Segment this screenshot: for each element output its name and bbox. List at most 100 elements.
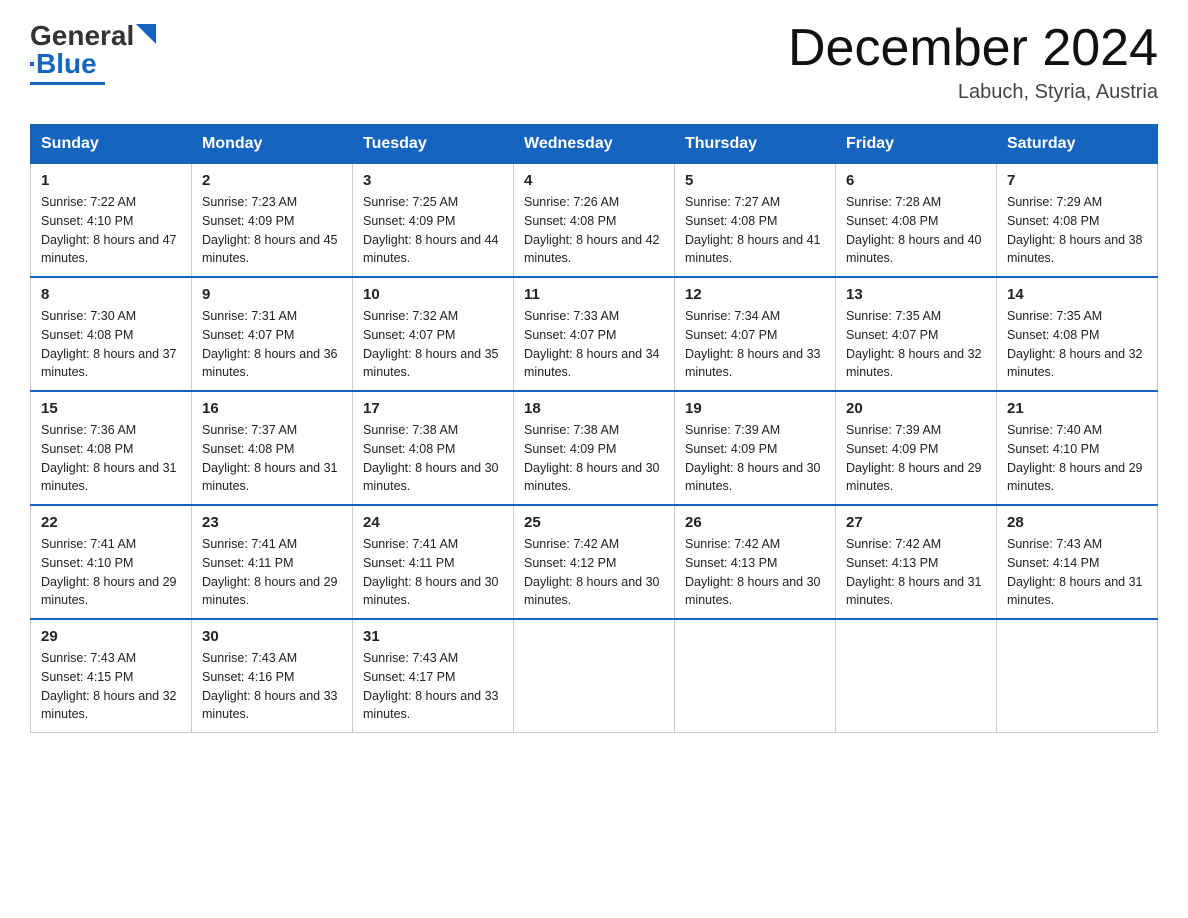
day-info: Sunrise: 7:43 AMSunset: 4:17 PMDaylight:…: [363, 651, 499, 721]
day-number: 1: [41, 172, 181, 189]
calendar-week-row: 15 Sunrise: 7:36 AMSunset: 4:08 PMDaylig…: [31, 391, 1158, 505]
page-header: General Blue December 2024 Labuch, Styri…: [30, 20, 1158, 104]
calendar-cell: 31 Sunrise: 7:43 AMSunset: 4:17 PMDaylig…: [353, 619, 514, 733]
day-info: Sunrise: 7:43 AMSunset: 4:15 PMDaylight:…: [41, 651, 177, 721]
day-info: Sunrise: 7:42 AMSunset: 4:12 PMDaylight:…: [524, 537, 660, 607]
col-header-thursday: Thursday: [675, 125, 836, 164]
day-number: 22: [41, 514, 181, 531]
calendar-cell: [514, 619, 675, 733]
month-title: December 2024: [788, 20, 1158, 77]
calendar-cell: 8 Sunrise: 7:30 AMSunset: 4:08 PMDayligh…: [31, 277, 192, 391]
calendar-week-row: 8 Sunrise: 7:30 AMSunset: 4:08 PMDayligh…: [31, 277, 1158, 391]
day-info: Sunrise: 7:31 AMSunset: 4:07 PMDaylight:…: [202, 309, 338, 379]
day-number: 25: [524, 514, 664, 531]
calendar-cell: 19 Sunrise: 7:39 AMSunset: 4:09 PMDaylig…: [675, 391, 836, 505]
day-number: 5: [685, 172, 825, 189]
day-number: 28: [1007, 514, 1147, 531]
day-info: Sunrise: 7:42 AMSunset: 4:13 PMDaylight:…: [685, 537, 821, 607]
day-number: 19: [685, 400, 825, 417]
day-info: Sunrise: 7:30 AMSunset: 4:08 PMDaylight:…: [41, 309, 177, 379]
day-info: Sunrise: 7:34 AMSunset: 4:07 PMDaylight:…: [685, 309, 821, 379]
day-info: Sunrise: 7:42 AMSunset: 4:13 PMDaylight:…: [846, 537, 982, 607]
day-info: Sunrise: 7:36 AMSunset: 4:08 PMDaylight:…: [41, 423, 177, 493]
day-number: 31: [363, 628, 503, 645]
calendar-week-row: 22 Sunrise: 7:41 AMSunset: 4:10 PMDaylig…: [31, 505, 1158, 619]
title-block: December 2024 Labuch, Styria, Austria: [788, 20, 1158, 104]
day-info: Sunrise: 7:35 AMSunset: 4:07 PMDaylight:…: [846, 309, 982, 379]
day-info: Sunrise: 7:26 AMSunset: 4:08 PMDaylight:…: [524, 195, 660, 265]
calendar-cell: 20 Sunrise: 7:39 AMSunset: 4:09 PMDaylig…: [836, 391, 997, 505]
col-header-tuesday: Tuesday: [353, 125, 514, 164]
day-number: 2: [202, 172, 342, 189]
calendar-cell: 17 Sunrise: 7:38 AMSunset: 4:08 PMDaylig…: [353, 391, 514, 505]
logo-underline: [30, 82, 105, 85]
day-info: Sunrise: 7:40 AMSunset: 4:10 PMDaylight:…: [1007, 423, 1143, 493]
calendar-cell: 25 Sunrise: 7:42 AMSunset: 4:12 PMDaylig…: [514, 505, 675, 619]
day-number: 23: [202, 514, 342, 531]
day-number: 18: [524, 400, 664, 417]
calendar-cell: 11 Sunrise: 7:33 AMSunset: 4:07 PMDaylig…: [514, 277, 675, 391]
day-info: Sunrise: 7:39 AMSunset: 4:09 PMDaylight:…: [685, 423, 821, 493]
calendar-table: SundayMondayTuesdayWednesdayThursdayFrid…: [30, 124, 1158, 733]
calendar-cell: [836, 619, 997, 733]
day-number: 20: [846, 400, 986, 417]
calendar-cell: 10 Sunrise: 7:32 AMSunset: 4:07 PMDaylig…: [353, 277, 514, 391]
calendar-cell: 16 Sunrise: 7:37 AMSunset: 4:08 PMDaylig…: [192, 391, 353, 505]
calendar-cell: 26 Sunrise: 7:42 AMSunset: 4:13 PMDaylig…: [675, 505, 836, 619]
calendar-cell: 15 Sunrise: 7:36 AMSunset: 4:08 PMDaylig…: [31, 391, 192, 505]
calendar-cell: 3 Sunrise: 7:25 AMSunset: 4:09 PMDayligh…: [353, 164, 514, 278]
day-number: 4: [524, 172, 664, 189]
day-number: 13: [846, 286, 986, 303]
day-info: Sunrise: 7:43 AMSunset: 4:16 PMDaylight:…: [202, 651, 338, 721]
day-number: 24: [363, 514, 503, 531]
col-header-wednesday: Wednesday: [514, 125, 675, 164]
location: Labuch, Styria, Austria: [788, 81, 1158, 104]
day-info: Sunrise: 7:43 AMSunset: 4:14 PMDaylight:…: [1007, 537, 1143, 607]
day-info: Sunrise: 7:37 AMSunset: 4:08 PMDaylight:…: [202, 423, 338, 493]
day-number: 11: [524, 286, 664, 303]
day-info: Sunrise: 7:33 AMSunset: 4:07 PMDaylight:…: [524, 309, 660, 379]
day-number: 17: [363, 400, 503, 417]
day-number: 6: [846, 172, 986, 189]
calendar-cell: 4 Sunrise: 7:26 AMSunset: 4:08 PMDayligh…: [514, 164, 675, 278]
day-number: 10: [363, 286, 503, 303]
calendar-cell: 23 Sunrise: 7:41 AMSunset: 4:11 PMDaylig…: [192, 505, 353, 619]
day-number: 29: [41, 628, 181, 645]
day-info: Sunrise: 7:41 AMSunset: 4:11 PMDaylight:…: [363, 537, 499, 607]
day-info: Sunrise: 7:39 AMSunset: 4:09 PMDaylight:…: [846, 423, 982, 493]
day-info: Sunrise: 7:41 AMSunset: 4:11 PMDaylight:…: [202, 537, 338, 607]
day-number: 21: [1007, 400, 1147, 417]
day-info: Sunrise: 7:25 AMSunset: 4:09 PMDaylight:…: [363, 195, 499, 265]
calendar-cell: 5 Sunrise: 7:27 AMSunset: 4:08 PMDayligh…: [675, 164, 836, 278]
calendar-cell: 6 Sunrise: 7:28 AMSunset: 4:08 PMDayligh…: [836, 164, 997, 278]
calendar-cell: 22 Sunrise: 7:41 AMSunset: 4:10 PMDaylig…: [31, 505, 192, 619]
calendar-cell: [675, 619, 836, 733]
col-header-monday: Monday: [192, 125, 353, 164]
day-number: 7: [1007, 172, 1147, 189]
day-number: 8: [41, 286, 181, 303]
day-info: Sunrise: 7:22 AMSunset: 4:10 PMDaylight:…: [41, 195, 177, 265]
logo: General Blue: [30, 20, 156, 85]
calendar-cell: 2 Sunrise: 7:23 AMSunset: 4:09 PMDayligh…: [192, 164, 353, 278]
calendar-cell: [997, 619, 1158, 733]
day-number: 15: [41, 400, 181, 417]
calendar-cell: 24 Sunrise: 7:41 AMSunset: 4:11 PMDaylig…: [353, 505, 514, 619]
col-header-saturday: Saturday: [997, 125, 1158, 164]
calendar-cell: 29 Sunrise: 7:43 AMSunset: 4:15 PMDaylig…: [31, 619, 192, 733]
day-number: 3: [363, 172, 503, 189]
day-info: Sunrise: 7:28 AMSunset: 4:08 PMDaylight:…: [846, 195, 982, 265]
logo-blue: Blue: [36, 48, 97, 80]
logo-arrow-icon: [136, 24, 156, 44]
calendar-cell: 14 Sunrise: 7:35 AMSunset: 4:08 PMDaylig…: [997, 277, 1158, 391]
calendar-cell: 18 Sunrise: 7:38 AMSunset: 4:09 PMDaylig…: [514, 391, 675, 505]
day-info: Sunrise: 7:29 AMSunset: 4:08 PMDaylight:…: [1007, 195, 1143, 265]
calendar-cell: 13 Sunrise: 7:35 AMSunset: 4:07 PMDaylig…: [836, 277, 997, 391]
calendar-cell: 30 Sunrise: 7:43 AMSunset: 4:16 PMDaylig…: [192, 619, 353, 733]
calendar-cell: 9 Sunrise: 7:31 AMSunset: 4:07 PMDayligh…: [192, 277, 353, 391]
calendar-cell: 21 Sunrise: 7:40 AMSunset: 4:10 PMDaylig…: [997, 391, 1158, 505]
col-header-sunday: Sunday: [31, 125, 192, 164]
day-info: Sunrise: 7:38 AMSunset: 4:08 PMDaylight:…: [363, 423, 499, 493]
day-number: 12: [685, 286, 825, 303]
day-info: Sunrise: 7:38 AMSunset: 4:09 PMDaylight:…: [524, 423, 660, 493]
calendar-week-row: 29 Sunrise: 7:43 AMSunset: 4:15 PMDaylig…: [31, 619, 1158, 733]
